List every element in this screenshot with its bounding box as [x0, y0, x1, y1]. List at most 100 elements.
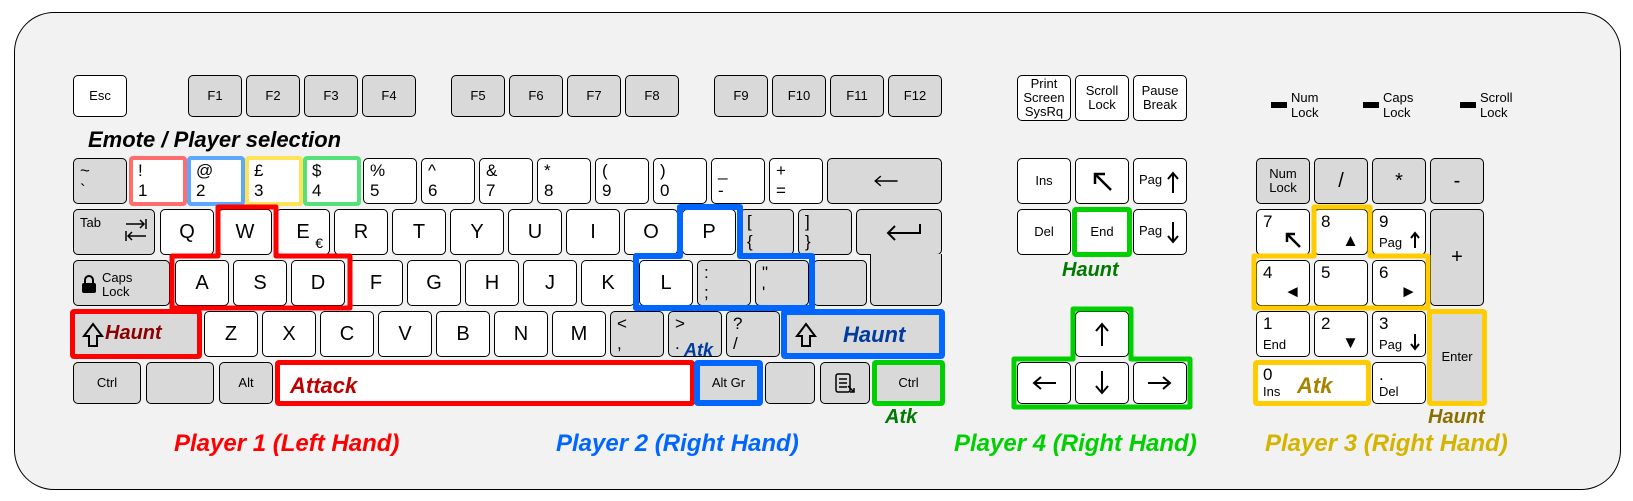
key-7: &7 [479, 158, 533, 204]
key-tab: Tab [73, 209, 155, 255]
key-f7: F7 [567, 75, 621, 117]
key-q: Q [160, 209, 214, 255]
key-a: A [175, 260, 229, 306]
arrow-left-icon [1030, 375, 1058, 391]
key-f1: F1 [188, 75, 242, 117]
key-r: R [334, 209, 388, 255]
key-semicolon: :; [697, 260, 751, 306]
key-np-5: 5 [1314, 260, 1368, 306]
key-2: @2 [189, 158, 243, 204]
key-backspace [827, 158, 942, 204]
key-bracket-r: ]} [798, 209, 852, 255]
key-x: X [262, 311, 316, 357]
p4-haunt-label: Haunt [1062, 259, 1119, 282]
key-9: (9 [595, 158, 649, 204]
home-arrow-icon [1089, 168, 1115, 194]
key-del: Del [1017, 209, 1071, 255]
key-np-star: * [1372, 158, 1426, 204]
key-slash: ?/ [726, 311, 780, 357]
key-np-4: 4◄ [1256, 260, 1310, 306]
key-z: Z [204, 311, 258, 357]
key-f11: F11 [830, 75, 884, 117]
key-f10: F10 [772, 75, 826, 117]
key-f12: F12 [888, 75, 942, 117]
key-l: L [639, 260, 693, 306]
key-4: $4 [305, 158, 359, 204]
p3-atk-label: Atk [1297, 373, 1332, 399]
p1-label: Player 1 (Left Hand) [174, 430, 399, 458]
arrow-up-icon [1409, 230, 1421, 250]
key-home [1075, 158, 1129, 204]
key-np-8: 8▲ [1314, 209, 1368, 255]
key-np-9: 9Pag [1372, 209, 1426, 255]
arrow-down-icon [1409, 332, 1421, 352]
key-f8: F8 [625, 75, 679, 117]
key-numlock: Num Lock [1256, 158, 1310, 204]
key-win-l [146, 362, 214, 404]
key-backtick: ~` [73, 158, 127, 204]
arrow-down-icon [1166, 220, 1180, 246]
key-win-r [765, 362, 815, 404]
key-6: ^6 [421, 158, 475, 204]
key-np-slash: / [1314, 158, 1368, 204]
key-capslock: Caps Lock [73, 260, 170, 306]
key-arrow-left [1017, 362, 1071, 404]
key-k: K [581, 260, 635, 306]
key-f3: F3 [304, 75, 358, 117]
key-b: B [436, 311, 490, 357]
key-prtsc: Print Screen SysRq [1017, 75, 1071, 121]
key-h: H [465, 260, 519, 306]
key-bracket-l: [{ [740, 209, 794, 255]
key-5: %5 [363, 158, 417, 204]
key-y: Y [450, 209, 504, 255]
key-enter-bottom [870, 254, 942, 306]
shift-icon [795, 322, 817, 348]
home-arrow-icon [1283, 230, 1303, 250]
p4-atk-label: Atk [885, 406, 917, 429]
key-n: N [494, 311, 548, 357]
key-arrow-right [1133, 362, 1187, 404]
key-np-1: 1End [1256, 311, 1310, 357]
arrow-up-icon [1166, 169, 1180, 195]
key-arrow-down [1075, 362, 1129, 404]
key-f9: F9 [714, 75, 768, 117]
shift-icon [82, 322, 104, 348]
lock-scroll: Scroll Lock [1460, 90, 1513, 120]
key-np-dot: .Del [1372, 362, 1426, 404]
key-altgr: Alt Gr [697, 362, 760, 404]
key-t: T [392, 209, 446, 255]
lock-icon [80, 273, 98, 295]
p3-label: Player 3 (Right Hand) [1265, 430, 1508, 458]
key-v: V [378, 311, 432, 357]
lock-num: Num Lock [1271, 90, 1318, 120]
p1-haunt-label: Haunt [105, 322, 162, 345]
key-f5: F5 [451, 75, 505, 117]
key-np-minus: - [1430, 158, 1484, 204]
p3-haunt-label: Haunt [1428, 406, 1485, 429]
key-np-plus: + [1430, 209, 1484, 306]
key-u: U [508, 209, 562, 255]
key-equals: += [769, 158, 823, 204]
enter-icon [880, 222, 924, 249]
key-f2: F2 [246, 75, 300, 117]
key-m: M [552, 311, 606, 357]
key-np-6: 6► [1372, 260, 1426, 306]
key-f6: F6 [509, 75, 563, 117]
key-s: S [233, 260, 287, 306]
key-np-3: 3Pag [1372, 311, 1426, 357]
arrow-left-icon [871, 171, 899, 191]
menu-icon [834, 372, 856, 394]
key-i: I [566, 209, 620, 255]
key-ctrl-r: Ctrl [875, 362, 942, 404]
key-end: End [1075, 209, 1129, 255]
p4-label: Player 4 (Right Hand) [954, 430, 1197, 458]
key-esc: Esc [73, 75, 127, 117]
key-comma: <, [610, 311, 664, 357]
key-pause: Pause Break [1133, 75, 1187, 121]
arrow-up-icon [1094, 320, 1110, 348]
key-0: )0 [653, 158, 707, 204]
p2-atk-label: Atk [684, 340, 713, 361]
key-ins: Ins [1017, 158, 1071, 204]
arrow-down-icon [1094, 369, 1110, 397]
key-np-7: 7 [1256, 209, 1310, 255]
